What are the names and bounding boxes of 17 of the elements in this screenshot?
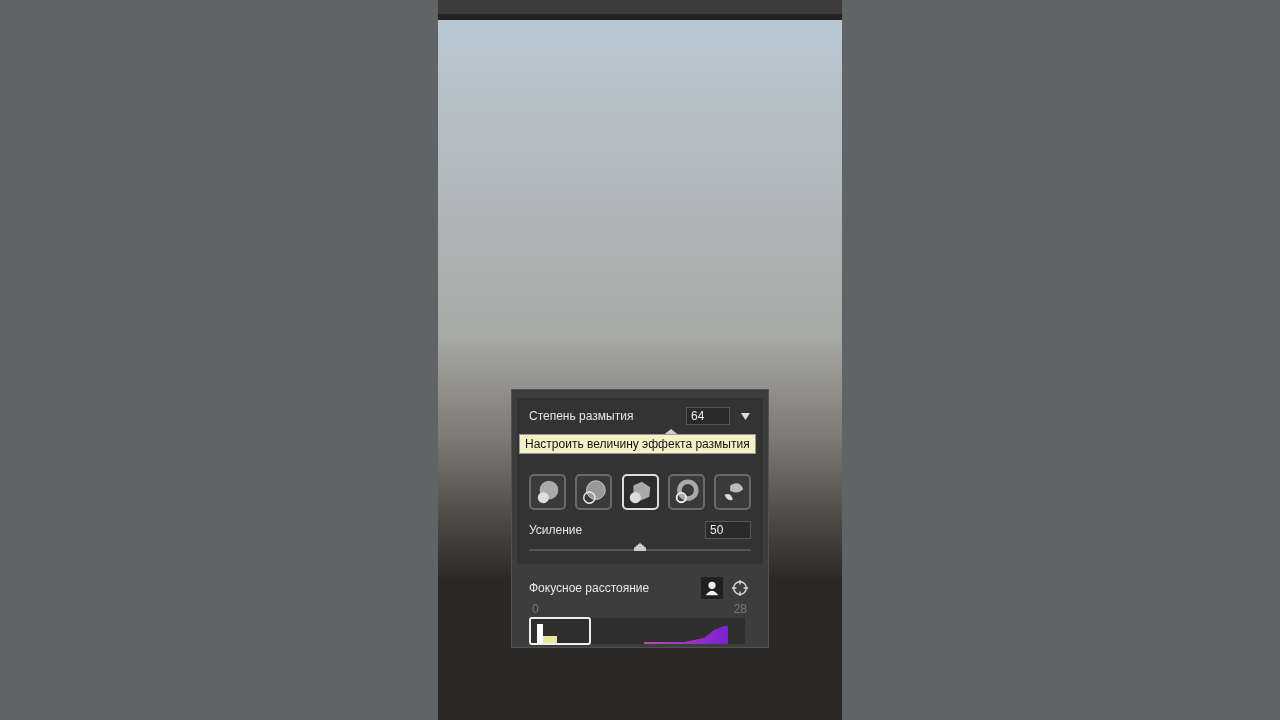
strength-label: Усиление [529, 523, 583, 537]
person-icon[interactable] [701, 577, 723, 599]
strength-input[interactable]: 50 [705, 521, 751, 539]
range-min-label: 0 [532, 602, 539, 616]
blur-input[interactable]: 64 [686, 407, 730, 425]
blur-label: Степень размытия [529, 409, 634, 423]
dropdown-triangle-icon[interactable] [740, 411, 751, 421]
tooltip: Настроить величину эффекта размытия [519, 434, 756, 454]
slider-thumb[interactable] [634, 543, 646, 551]
focus-label: Фокусное расстояние [529, 581, 650, 595]
focus-range-selector[interactable] [529, 617, 591, 645]
range-max-label: 28 [733, 602, 747, 616]
bokeh-shape-button[interactable] [575, 474, 613, 510]
crosshair-icon[interactable] [729, 577, 751, 599]
bokeh-shape-button[interactable] [667, 474, 705, 510]
bokeh-shape-button[interactable] [714, 474, 751, 510]
bokeh-shape-button[interactable] [529, 474, 566, 510]
